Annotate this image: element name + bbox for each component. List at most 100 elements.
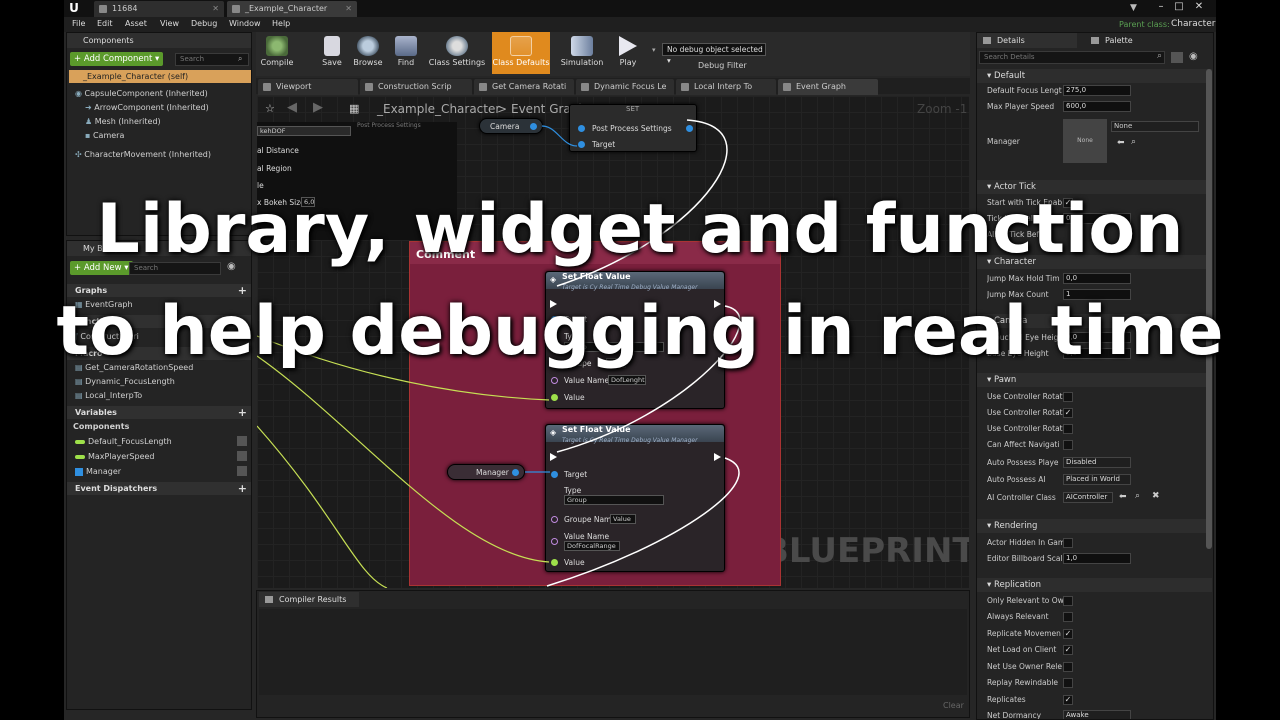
replication-checkbox[interactable] (1063, 596, 1073, 606)
replication-checkbox[interactable]: ✓ (1063, 645, 1073, 655)
tab-local-interp[interactable]: Local Interp To (676, 79, 776, 95)
macro-item[interactable]: ▤ Local_InterpTo (75, 391, 142, 400)
use-selected-icon[interactable]: ⬅ (1117, 138, 1125, 148)
component-arrow[interactable]: ➜ ArrowComponent (Inherited) (85, 103, 209, 112)
jump-hold-field[interactable]: 0,0 (1063, 273, 1131, 284)
maximize-button[interactable]: □ (1170, 0, 1188, 14)
simulation-button[interactable]: Simulation (558, 32, 606, 74)
replication-checkbox[interactable] (1063, 612, 1073, 622)
component-capsule[interactable]: ◉ CapsuleComponent (Inherited) (75, 89, 208, 98)
grid-view-icon[interactable] (1171, 52, 1183, 63)
play-icon (619, 36, 637, 56)
visibility-icon[interactable] (237, 451, 247, 461)
tab-viewport[interactable]: Viewport (258, 79, 358, 95)
compiler-results-panel: Compiler Results Clear (256, 590, 970, 718)
button-label: Browse (353, 58, 383, 67)
section-rendering[interactable]: ▾ Rendering (977, 519, 1212, 533)
play-button[interactable]: Play (610, 32, 646, 74)
tab-example-character[interactable]: _Example_Character ✕ (227, 1, 357, 17)
menu-window[interactable]: Window (229, 19, 261, 28)
components-category[interactable]: Components (73, 422, 129, 431)
tab-11684[interactable]: 11684 ✕ (94, 1, 224, 17)
menu-file[interactable]: File (72, 19, 85, 28)
variables-section[interactable]: Variables + (67, 406, 251, 419)
class-defaults-button[interactable]: Class Defaults (492, 32, 550, 74)
add-variable-icon[interactable]: + (238, 406, 247, 419)
menu-view[interactable]: View (160, 19, 179, 28)
close-tab-icon[interactable]: ✕ (345, 4, 352, 13)
browse-button[interactable]: Browse (350, 32, 386, 74)
tab-get-camera-rotation[interactable]: Get Camera Rotati (474, 79, 574, 95)
auto-possess-player-select[interactable]: Disabled (1063, 457, 1131, 468)
replication-checkbox[interactable] (1063, 678, 1073, 688)
visibility-icon[interactable] (237, 436, 247, 446)
compile-button[interactable]: Compile (258, 32, 296, 74)
add-dispatcher-icon[interactable]: + (238, 482, 247, 495)
browse-icon[interactable]: ⌕ (1131, 137, 1136, 147)
eye-icon[interactable]: ◉ (1189, 51, 1198, 62)
parent-class-value[interactable]: Character (1171, 19, 1215, 29)
tab-construction-script[interactable]: Construction Scrip (360, 79, 472, 95)
add-component-button[interactable]: + Add Component ▾ (70, 52, 164, 66)
component-character-movement[interactable]: ✣ CharacterMovement (Inherited) (75, 150, 211, 159)
minimize-button[interactable]: – (1152, 0, 1170, 14)
max-player-speed-field[interactable]: 600,0 (1063, 101, 1131, 112)
compiler-results-tab[interactable]: Compiler Results (259, 592, 359, 607)
row-label: Manager (987, 137, 1020, 146)
default-focus-length-field[interactable]: 275,0 (1063, 85, 1131, 96)
use-selected-icon[interactable]: ⬅ (1119, 492, 1127, 502)
palette-tab[interactable]: Palette (1085, 33, 1185, 48)
toolbar: Compile Save Browse Find Class Settings … (256, 32, 970, 76)
section-replication[interactable]: ▾ Replication (977, 578, 1212, 592)
save-button[interactable]: Save (314, 32, 350, 74)
auto-possess-ai-select[interactable]: Placed in World (1063, 474, 1131, 485)
components-tab[interactable]: Components (67, 33, 251, 48)
replication-checkbox[interactable]: ✓ (1063, 695, 1073, 705)
button-label: Compile (260, 58, 294, 67)
clear-icon[interactable]: ✖ (1152, 491, 1160, 501)
component-mesh[interactable]: ♟ Mesh (Inherited) (85, 117, 161, 126)
play-options-icon[interactable]: ▾ (652, 46, 656, 54)
macro-item[interactable]: ▤ Dynamic_FocusLength (75, 377, 175, 386)
menu-help[interactable]: Help (272, 19, 290, 28)
section-default[interactable]: ▾ Default (977, 69, 1212, 83)
billboard-scale-field[interactable]: 1,0 (1063, 553, 1131, 564)
clear-button[interactable]: Clear (943, 701, 964, 710)
replication-checkbox[interactable]: ✓ (1063, 629, 1073, 639)
find-button[interactable]: Find (388, 32, 424, 74)
replication-checkbox[interactable] (1063, 662, 1073, 672)
menu-edit[interactable]: Edit (97, 19, 113, 28)
close-window-button[interactable]: ✕ (1190, 0, 1208, 14)
menu-debug[interactable]: Debug (191, 19, 217, 28)
pawn-checkbox[interactable] (1063, 392, 1073, 402)
notification-icon[interactable]: ▼ (1130, 3, 1142, 13)
class-settings-button[interactable]: Class Settings (426, 32, 488, 74)
variable-item[interactable]: MaxPlayerSpeed (75, 452, 155, 461)
pawn-checkbox[interactable] (1063, 424, 1073, 434)
section-pawn[interactable]: ▾ Pawn (977, 373, 1212, 387)
actor-hidden-checkbox[interactable] (1063, 538, 1073, 548)
net-dormancy-select[interactable]: Awake (1063, 710, 1131, 719)
component-camera[interactable]: ▪ Camera (85, 131, 124, 140)
details-search-input[interactable]: Search Details (979, 51, 1165, 64)
variable-item[interactable]: Default_FocusLength (75, 437, 172, 446)
component-self[interactable]: _Example_Character (self) (69, 70, 251, 83)
pawn-checkbox[interactable] (1063, 440, 1073, 450)
manager-select[interactable]: None (1111, 121, 1199, 132)
details-body: ▾ Default Default Focus Lengt 275,0 Max P… (977, 69, 1213, 719)
tab-event-graph[interactable]: Event Graph (778, 79, 878, 95)
debug-object-select[interactable]: No debug object selected ▾ (662, 43, 766, 65)
variable-item[interactable]: Manager (75, 467, 121, 476)
manager-thumbnail[interactable]: None (1063, 119, 1107, 163)
tab-dynamic-focus[interactable]: Dynamic Focus Le (576, 79, 674, 95)
ai-controller-select[interactable]: AIController (1063, 492, 1113, 503)
pawn-checkbox[interactable]: ✓ (1063, 408, 1073, 418)
caption-line-2: to help debugging in real time (56, 292, 1224, 371)
details-tab[interactable]: Details (977, 33, 1077, 48)
browse-icon[interactable]: ⌕ (1135, 491, 1140, 501)
close-tab-icon[interactable]: ✕ (212, 4, 219, 13)
menu-asset[interactable]: Asset (125, 19, 147, 28)
visibility-icon[interactable] (237, 466, 247, 476)
replication-row: Only Relevant to Ow (977, 593, 1212, 609)
event-dispatchers-section[interactable]: Event Dispatchers + (67, 482, 251, 495)
